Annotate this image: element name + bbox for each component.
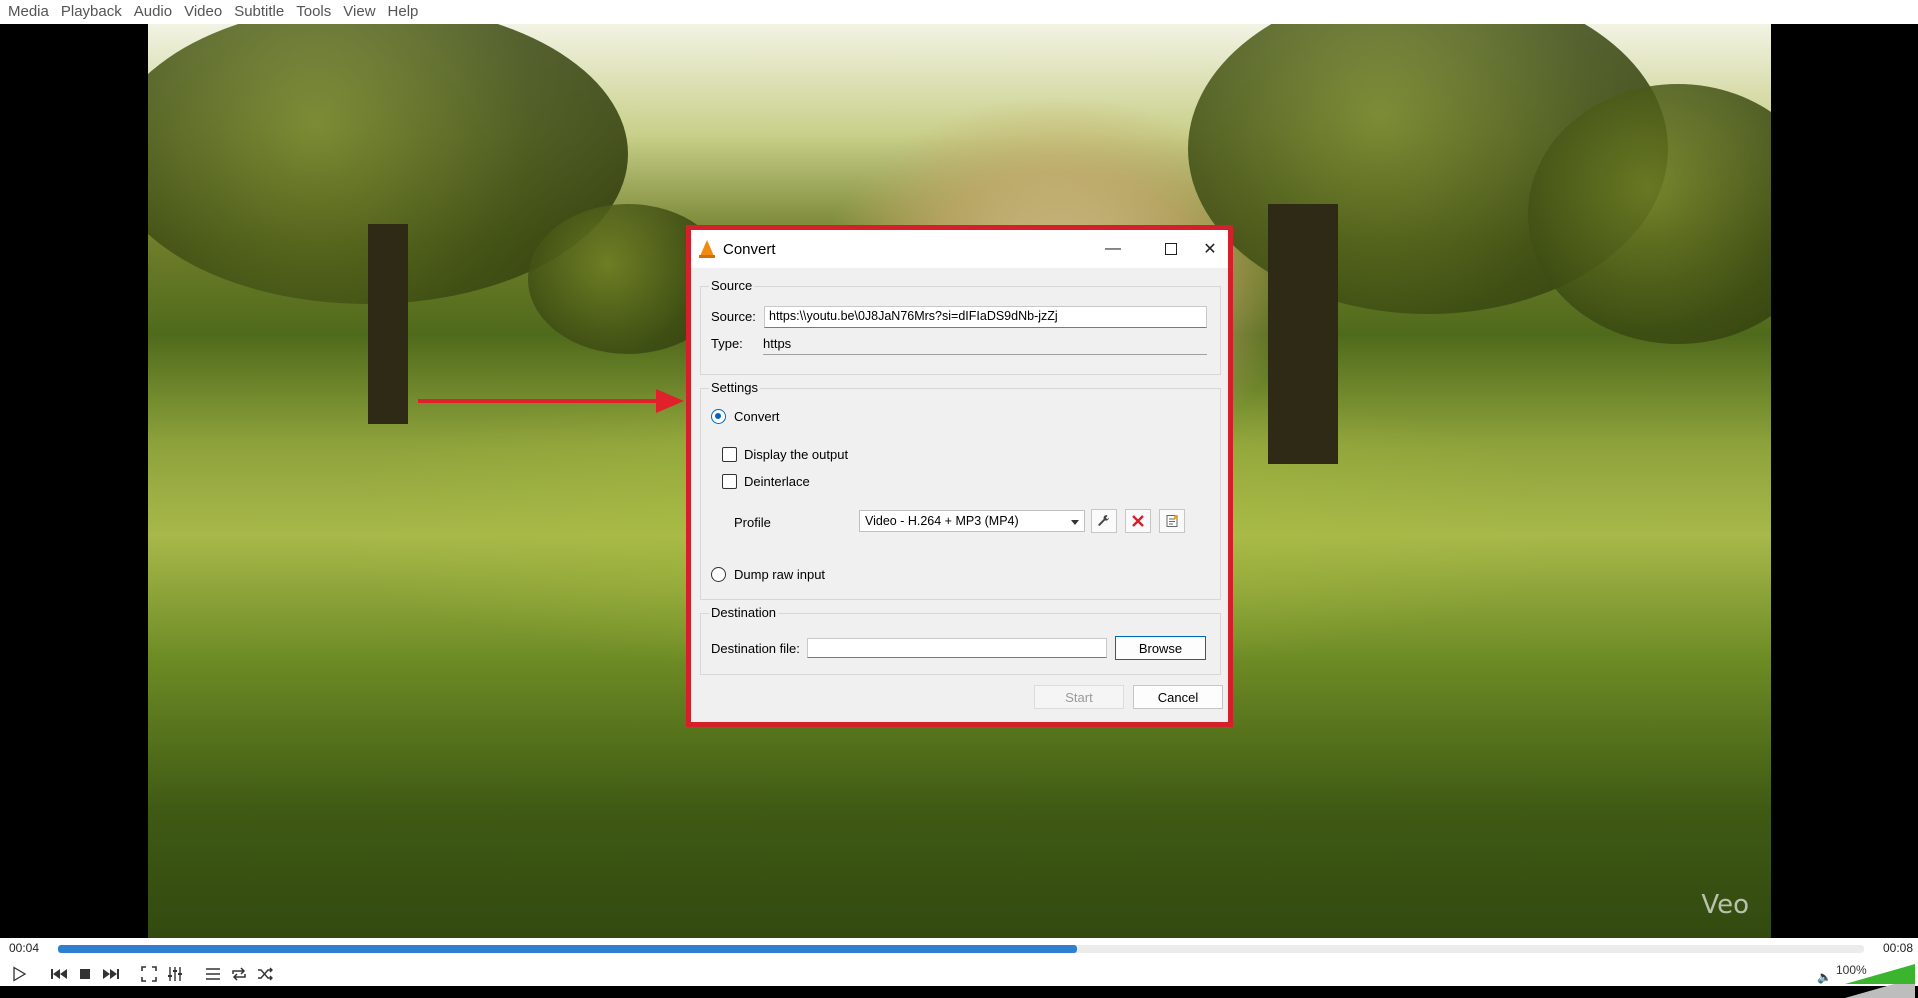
previous-icon bbox=[51, 969, 67, 979]
type-label: Type: bbox=[711, 336, 743, 351]
next-icon bbox=[103, 969, 119, 979]
source-group-title: Source bbox=[709, 278, 755, 293]
menu-subtitle[interactable]: Subtitle bbox=[228, 0, 290, 24]
edit-profile-button[interactable] bbox=[1091, 509, 1117, 533]
source-input[interactable]: https:\\youtu.be\0J8JaN76Mrs?si=dIFIaDS9… bbox=[764, 306, 1207, 328]
destination-file-label: Destination file: bbox=[711, 641, 800, 656]
trunk-left bbox=[368, 224, 408, 424]
play-icon bbox=[13, 966, 27, 982]
minimize-button[interactable]: — bbox=[1090, 230, 1136, 268]
playlist-button[interactable] bbox=[202, 963, 224, 985]
menu-media[interactable]: Media bbox=[2, 0, 55, 24]
loop-icon bbox=[232, 967, 246, 981]
destination-file-input[interactable] bbox=[807, 638, 1107, 658]
source-group: Source Source: https:\\youtu.be\0J8JaN76… bbox=[700, 278, 1221, 375]
type-value: https bbox=[763, 336, 792, 351]
equalizer-icon bbox=[168, 967, 182, 981]
deinterlace-label: Deinterlace bbox=[744, 474, 810, 489]
display-output-label: Display the output bbox=[744, 447, 849, 462]
menu-playback[interactable]: Playback bbox=[55, 0, 128, 24]
controls-bar: 00:04 00:08 🔈 100% bbox=[0, 938, 1918, 998]
extended-settings-button[interactable] bbox=[164, 963, 186, 985]
new-profile-button[interactable] bbox=[1159, 509, 1185, 533]
vlc-cone-icon bbox=[699, 240, 715, 258]
new-profile-icon bbox=[1166, 515, 1178, 527]
seek-progress bbox=[58, 945, 1077, 953]
settings-group: Settings Convert Display the output Dein… bbox=[700, 380, 1221, 600]
annotation-arrow-head bbox=[656, 389, 684, 413]
delete-profile-button[interactable] bbox=[1125, 509, 1151, 533]
menu-help[interactable]: Help bbox=[382, 0, 425, 24]
maximize-icon bbox=[1165, 243, 1177, 255]
convert-radio-label: Convert bbox=[734, 409, 780, 424]
menu-video[interactable]: Video bbox=[178, 0, 228, 24]
fullscreen-button[interactable] bbox=[138, 963, 160, 985]
cancel-button[interactable]: Cancel bbox=[1133, 685, 1223, 709]
source-label: Source: bbox=[711, 309, 756, 324]
dialog-title: Convert bbox=[723, 240, 776, 258]
play-button[interactable] bbox=[8, 963, 30, 985]
trunk-right bbox=[1268, 204, 1338, 464]
browse-button[interactable]: Browse bbox=[1115, 636, 1206, 660]
settings-group-title: Settings bbox=[709, 380, 760, 395]
stop-icon bbox=[80, 969, 90, 979]
fullscreen-icon bbox=[141, 966, 157, 982]
profile-select[interactable]: Video - H.264 + MP3 (MP4) bbox=[859, 510, 1085, 532]
deinterlace-checkbox[interactable] bbox=[722, 474, 737, 489]
shuffle-button[interactable] bbox=[254, 963, 276, 985]
volume-level bbox=[1845, 964, 1915, 984]
next-button[interactable] bbox=[100, 963, 122, 985]
total-time: 00:08 bbox=[1882, 941, 1913, 955]
destination-group-title: Destination bbox=[709, 605, 779, 620]
start-button[interactable]: Start bbox=[1034, 685, 1124, 709]
menu-tools[interactable]: Tools bbox=[290, 0, 337, 24]
dump-raw-label: Dump raw input bbox=[734, 567, 826, 582]
dialog-titlebar[interactable]: Convert — ✕ bbox=[691, 230, 1228, 268]
convert-radio[interactable] bbox=[711, 409, 726, 424]
convert-dialog: Convert — ✕ Source Source: https:\\youtu… bbox=[686, 225, 1233, 727]
watermark: Veo bbox=[1701, 890, 1749, 920]
menu-audio[interactable]: Audio bbox=[128, 0, 178, 24]
red-x-icon bbox=[1132, 515, 1144, 527]
shuffle-icon bbox=[258, 967, 273, 981]
playlist-icon bbox=[206, 968, 220, 980]
type-underline bbox=[763, 354, 1207, 355]
profile-label: Profile bbox=[734, 515, 771, 530]
menu-bar: Media Playback Audio Video Subtitle Tool… bbox=[0, 0, 1918, 24]
annotation-arrow-line bbox=[418, 399, 658, 403]
destination-group: Destination Destination file: Browse bbox=[700, 605, 1221, 675]
elapsed-time: 00:04 bbox=[9, 941, 40, 955]
menu-view[interactable]: View bbox=[337, 0, 381, 24]
close-button[interactable]: ✕ bbox=[1187, 230, 1233, 268]
loop-button[interactable] bbox=[228, 963, 250, 985]
dump-raw-radio[interactable] bbox=[711, 567, 726, 582]
seek-slider[interactable] bbox=[58, 945, 1864, 953]
profile-select-value: Video - H.264 + MP3 (MP4) bbox=[865, 514, 1019, 528]
previous-button[interactable] bbox=[48, 963, 70, 985]
stop-button[interactable] bbox=[74, 963, 96, 985]
chevron-down-icon bbox=[1071, 520, 1079, 525]
display-output-checkbox[interactable] bbox=[722, 447, 737, 462]
speaker-icon[interactable]: 🔈 bbox=[1817, 970, 1832, 984]
wrench-icon bbox=[1098, 515, 1110, 526]
